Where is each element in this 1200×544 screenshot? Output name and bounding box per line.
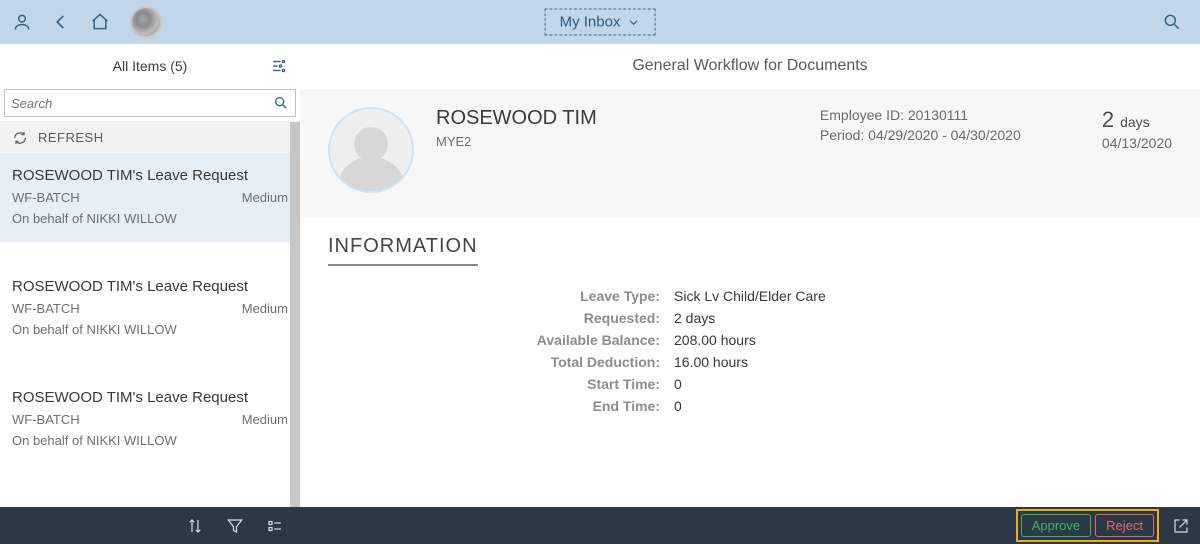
footer: Approve Reject bbox=[0, 507, 1200, 544]
sub-header: All Items (5) General Workflow for Docum… bbox=[0, 44, 1200, 89]
main-area: REFRESH ROSEWOOD TIM's Leave Request WF-B… bbox=[0, 89, 1200, 507]
days-label: days bbox=[1120, 114, 1150, 130]
footer-left bbox=[0, 507, 300, 544]
period: Period: 04/29/2020 - 04/30/2020 bbox=[820, 127, 1080, 143]
employee-id: Employee ID: 20130111 bbox=[820, 107, 1080, 123]
list-item[interactable]: ROSEWOOD TIM's Leave Request WF-BATCH Medi… bbox=[0, 155, 300, 242]
info-label: Available Balance: bbox=[328, 332, 668, 348]
list-item-title: ROSEWOOD TIM's Leave Request bbox=[12, 278, 288, 295]
detail-header-title: General Workflow for Documents bbox=[632, 57, 867, 75]
list-header: All Items (5) bbox=[0, 44, 300, 88]
search-input[interactable] bbox=[11, 96, 273, 111]
info-title: INFORMATION bbox=[328, 235, 478, 266]
sort-icon[interactable] bbox=[186, 517, 204, 535]
back-icon[interactable] bbox=[52, 13, 70, 31]
info-label: Total Deduction: bbox=[328, 354, 668, 370]
info-label: Requested: bbox=[328, 310, 668, 326]
scrollbar[interactable] bbox=[290, 122, 300, 507]
list-pane: REFRESH ROSEWOOD TIM's Leave Request WF-B… bbox=[0, 89, 300, 507]
refresh-icon bbox=[12, 130, 28, 146]
topbar-left bbox=[12, 6, 162, 38]
user-icon[interactable] bbox=[12, 12, 32, 32]
avatar bbox=[328, 107, 414, 193]
info-value: 208.00 hours bbox=[668, 332, 1172, 348]
filter-icon[interactable] bbox=[226, 517, 244, 535]
page-title-text: My Inbox bbox=[560, 14, 621, 31]
approve-button[interactable]: Approve bbox=[1021, 514, 1091, 537]
info-value: Sick Lv Child/Elder Care bbox=[668, 288, 1172, 304]
list-item-title: ROSEWOOD TIM's Leave Request bbox=[12, 389, 288, 406]
search-box[interactable] bbox=[4, 89, 296, 117]
info-value: 0 bbox=[668, 376, 1172, 392]
info-label: End Time: bbox=[328, 398, 668, 414]
footer-right: Approve Reject bbox=[300, 507, 1200, 544]
list-item-behalf: On behalf of NIKKI WILLOW bbox=[12, 433, 288, 448]
list-item-behalf: On behalf of NIKKI WILLOW bbox=[12, 211, 288, 226]
refresh-button[interactable]: REFRESH bbox=[0, 121, 300, 155]
info-section: INFORMATION Leave Type:Sick Lv Child/Eld… bbox=[300, 217, 1200, 432]
list-header-title: All Items (5) bbox=[113, 58, 188, 74]
list-item-batch: WF-BATCH bbox=[12, 190, 80, 205]
info-value: 16.00 hours bbox=[668, 354, 1172, 370]
group-icon[interactable] bbox=[266, 517, 284, 535]
chevron-down-icon bbox=[626, 15, 640, 29]
list-item-priority: Medium bbox=[242, 412, 288, 427]
summary-block: ROSEWOOD TIM MYE2 Employee ID: 20130111 … bbox=[300, 89, 1200, 217]
detail-header: General Workflow for Documents bbox=[300, 44, 1200, 88]
summary-right: 2 days 04/13/2020 bbox=[1102, 107, 1172, 151]
list-item-priority: Medium bbox=[242, 301, 288, 316]
top-search-icon[interactable] bbox=[1162, 12, 1182, 32]
list-item-batch: WF-BATCH bbox=[12, 301, 80, 316]
home-icon[interactable] bbox=[90, 12, 110, 32]
days-number: 2 bbox=[1102, 107, 1114, 132]
summary-date: 04/13/2020 bbox=[1102, 135, 1172, 151]
info-value: 2 days bbox=[668, 310, 1172, 326]
info-label: Start Time: bbox=[328, 376, 668, 392]
action-highlight: Approve Reject bbox=[1019, 512, 1156, 539]
detail-pane: ROSEWOOD TIM MYE2 Employee ID: 20130111 … bbox=[300, 89, 1200, 507]
share-icon[interactable] bbox=[1172, 517, 1190, 535]
summary-text: ROSEWOOD TIM MYE2 bbox=[436, 107, 798, 149]
top-bar: My Inbox bbox=[0, 0, 1200, 44]
list-item-priority: Medium bbox=[242, 190, 288, 205]
seal-logo bbox=[130, 6, 162, 38]
search-icon[interactable] bbox=[273, 95, 289, 111]
list-item[interactable]: ROSEWOOD TIM's Leave Request WF-BATCH Medi… bbox=[0, 377, 300, 464]
list-item[interactable]: ROSEWOOD TIM's Leave Request WF-BATCH Medi… bbox=[0, 266, 300, 353]
list-item-batch: WF-BATCH bbox=[12, 412, 80, 427]
summary-meta: Employee ID: 20130111 Period: 04/29/2020… bbox=[820, 107, 1080, 143]
info-grid: Leave Type:Sick Lv Child/Elder CareReque… bbox=[328, 288, 1172, 414]
info-label: Leave Type: bbox=[328, 288, 668, 304]
refresh-label: REFRESH bbox=[38, 130, 104, 145]
page-title-dropdown[interactable]: My Inbox bbox=[545, 9, 656, 36]
info-value: 0 bbox=[668, 398, 1172, 414]
employee-sub: MYE2 bbox=[436, 134, 798, 149]
sort-settings-icon[interactable] bbox=[270, 57, 288, 75]
list-item-behalf: On behalf of NIKKI WILLOW bbox=[12, 322, 288, 337]
item-list: ROSEWOOD TIM's Leave Request WF-BATCH Medi… bbox=[0, 155, 300, 507]
employee-name: ROSEWOOD TIM bbox=[436, 107, 798, 130]
reject-button[interactable]: Reject bbox=[1095, 514, 1154, 537]
list-item-title: ROSEWOOD TIM's Leave Request bbox=[12, 167, 288, 184]
